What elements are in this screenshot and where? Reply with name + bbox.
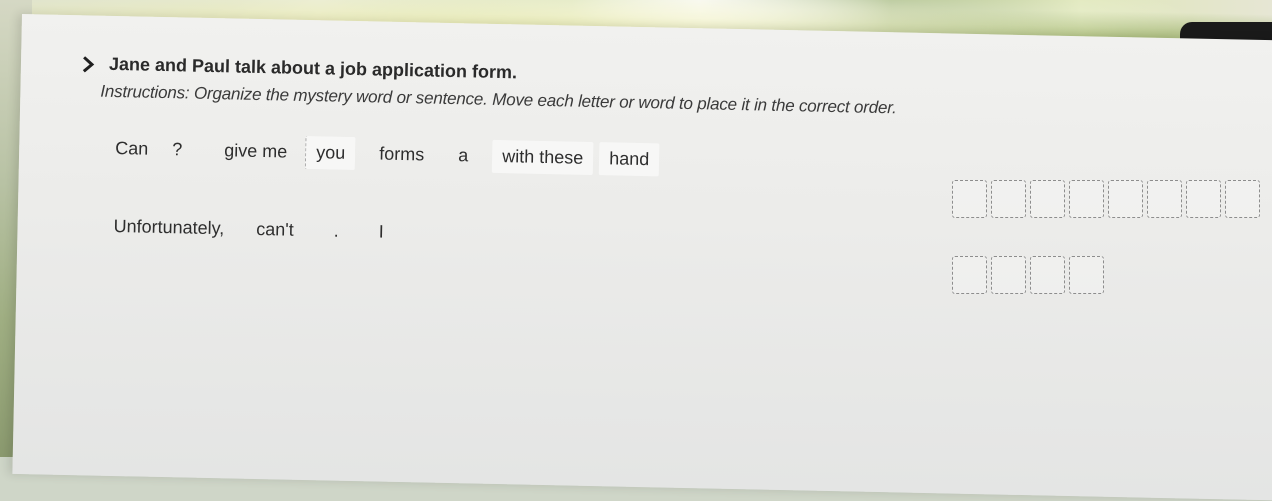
word-tile[interactable]: can't [246,213,304,247]
word-tile[interactable]: ? [162,133,193,167]
word-bank-sentence-1: Can ? give me you forms a with these han… [105,132,664,177]
word-tile[interactable]: you [304,135,356,171]
word-tile[interactable]: hand [598,142,660,177]
word-tile[interactable]: a [448,139,479,173]
answer-slot[interactable] [1147,180,1182,218]
exercise-title: Jane and Paul talk about a job applicati… [108,53,518,83]
word-bank-sentence-2: Unfortunately, can't . I [103,210,398,249]
word-tile[interactable]: forms [369,137,435,171]
answer-slot[interactable] [991,256,1026,294]
word-tile[interactable]: give me [214,134,298,169]
word-tile[interactable]: I [368,215,394,249]
word-tile[interactable]: Can [105,132,159,166]
answer-slot[interactable] [1030,256,1065,294]
answer-slot[interactable] [1186,180,1221,218]
chevron-right-icon [79,55,97,73]
exercise-heading: Jane and Paul talk about a job applicati… [79,53,517,83]
answer-slots-sentence-2 [952,256,1104,294]
answer-slot[interactable] [952,256,987,294]
answer-slots-sentence-1 [952,180,1260,218]
answer-slot[interactable] [991,180,1026,218]
answer-slot[interactable] [1225,180,1260,218]
answer-slot[interactable] [1030,180,1065,218]
word-tile[interactable]: Unfortunately, [103,210,234,246]
exercise-instructions: Instructions: Organize the mystery word … [100,81,897,118]
answer-slot[interactable] [1069,256,1104,294]
word-tile[interactable]: . [323,214,349,248]
word-tile[interactable]: with these [491,139,594,175]
answer-slot[interactable] [1108,180,1143,218]
answer-slot[interactable] [952,180,987,218]
answer-slot[interactable] [1069,180,1104,218]
